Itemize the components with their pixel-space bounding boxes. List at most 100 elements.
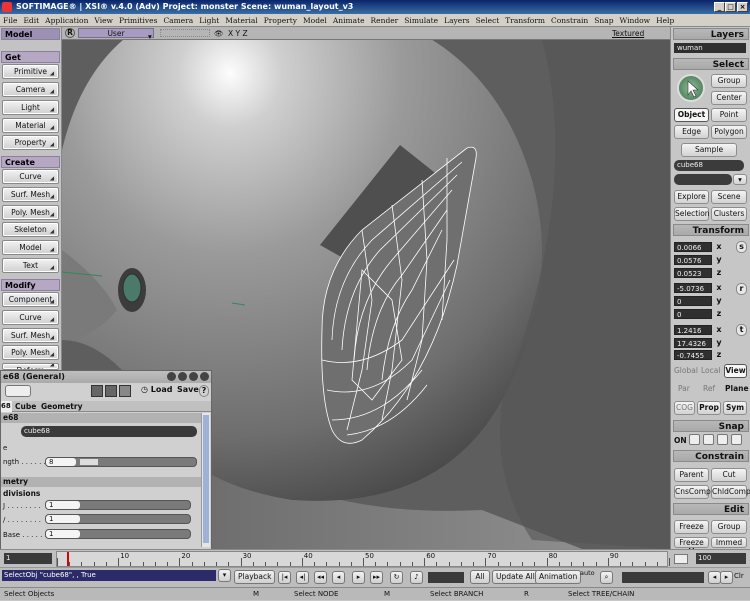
eye-icon[interactable]: 👁 xyxy=(214,27,224,40)
tab-geometry[interactable]: Geometry xyxy=(41,401,82,412)
axis-z-label[interactable]: z xyxy=(714,350,724,360)
refresh-icon[interactable] xyxy=(178,372,187,381)
section-geometry[interactable]: metry xyxy=(1,477,201,487)
create-curve-button[interactable]: Curve xyxy=(2,169,59,184)
global-toggle[interactable]: Global xyxy=(674,366,698,375)
axis-x-label[interactable]: x xyxy=(714,325,724,335)
menu-material[interactable]: Material xyxy=(222,14,260,27)
load-button[interactable]: ◷ Load xyxy=(141,385,173,394)
create-skeleton-button[interactable]: Skeleton xyxy=(2,222,59,237)
scale-x-field[interactable]: 0.0066 xyxy=(674,242,712,252)
play-icon[interactable]: ▸ xyxy=(352,571,365,584)
save-button[interactable]: Save xyxy=(177,385,199,394)
get-primitive-button[interactable]: Primitive xyxy=(2,64,59,79)
menu-layers[interactable]: Layers xyxy=(441,14,473,27)
menu-camera[interactable]: Camera xyxy=(160,14,196,27)
edge-button[interactable]: Edge xyxy=(674,125,709,139)
menu-simulate[interactable]: Simulate xyxy=(401,14,441,27)
rotate-z-field[interactable]: 0 xyxy=(674,309,712,319)
selection-name-field[interactable]: cube68 xyxy=(674,160,744,171)
playback-button[interactable]: Playback xyxy=(234,570,276,584)
lock-icon[interactable] xyxy=(167,372,176,381)
create-model-button[interactable]: Model xyxy=(2,240,59,255)
clusters-button[interactable]: Clusters xyxy=(711,207,747,221)
subdiv-v-value[interactable]: 1 xyxy=(46,515,80,523)
rotate-x-field[interactable]: -5.0736 xyxy=(674,283,712,293)
end-frame-field[interactable]: 100 xyxy=(696,553,746,564)
scrollbar-thumb[interactable] xyxy=(203,415,209,543)
subdiv-base-value[interactable]: 1 xyxy=(46,530,80,538)
command-line[interactable]: SelectObj "cube68", , True xyxy=(2,570,216,581)
snap-point-icon[interactable] xyxy=(689,434,700,445)
group-button[interactable]: Group xyxy=(711,74,747,88)
pin-icon[interactable] xyxy=(189,372,198,381)
next-key-icon[interactable]: ▸▸ xyxy=(370,571,383,584)
menu-edit[interactable]: Edit xyxy=(20,14,42,27)
scale-icon[interactable]: s xyxy=(736,241,747,253)
menu-constrain[interactable]: Constrain xyxy=(548,14,591,27)
current-frame-field[interactable] xyxy=(428,572,464,583)
axis-y-label[interactable]: y xyxy=(714,255,724,265)
view-axes[interactable]: X Y Z xyxy=(228,27,248,40)
scale-y-field[interactable]: 0.0576 xyxy=(674,255,712,265)
translate-icon[interactable]: t xyxy=(736,324,747,336)
help-icon[interactable]: ? xyxy=(199,385,209,397)
snap-curve-icon[interactable] xyxy=(703,434,714,445)
group-edit-button[interactable]: Group xyxy=(711,520,747,534)
polygon-button[interactable]: Polygon xyxy=(711,125,747,139)
modify-curve-button[interactable]: Curve xyxy=(2,310,59,325)
property-scrollbar[interactable] xyxy=(201,413,210,547)
freeze-button[interactable]: Freeze xyxy=(674,520,709,534)
menu-application[interactable]: Application xyxy=(42,14,91,27)
length-slider[interactable]: 8 xyxy=(45,457,197,467)
select-arrow-icon[interactable] xyxy=(677,74,705,102)
keyframe-icon[interactable] xyxy=(105,385,117,397)
preset-icon[interactable] xyxy=(91,385,103,397)
freeze-m-button[interactable]: Freeze M xyxy=(674,537,709,556)
translate-z-field[interactable]: -0.7455 xyxy=(674,350,712,360)
tab-cube[interactable]: Cube xyxy=(15,401,36,412)
audio-icon[interactable]: ♪ xyxy=(410,571,423,584)
menu-render[interactable]: Render xyxy=(368,14,402,27)
length-value[interactable]: 8 xyxy=(46,458,76,466)
menu-property[interactable]: Property xyxy=(261,14,300,27)
menu-animate[interactable]: Animate xyxy=(330,14,368,27)
menu-primitives[interactable]: Primitives xyxy=(116,14,160,27)
get-property-button[interactable]: Property xyxy=(2,135,59,150)
cog-toggle[interactable]: COG xyxy=(674,401,695,415)
prop-toggle[interactable]: Prop xyxy=(697,401,721,415)
center-button[interactable]: Center xyxy=(711,91,747,105)
mode-selector[interactable]: Model xyxy=(1,28,60,40)
menu-model[interactable]: Model xyxy=(300,14,330,27)
viewport-letter[interactable]: R xyxy=(65,28,75,38)
display-mode[interactable]: Textured xyxy=(612,27,644,40)
tab-object[interactable]: 68 xyxy=(1,401,12,412)
view-toggle[interactable]: View xyxy=(724,364,747,378)
subdiv-v-slider[interactable]: 1 xyxy=(45,514,191,524)
sample-button[interactable]: Sample xyxy=(681,143,737,157)
key-next-icon[interactable]: ▸ xyxy=(720,571,733,584)
selection-button[interactable]: Selection xyxy=(674,207,710,221)
menu-light[interactable]: Light xyxy=(196,14,222,27)
snap-grid-icon[interactable] xyxy=(731,434,742,445)
get-material-button[interactable]: Material xyxy=(2,118,59,133)
create-poly-mesh-button[interactable]: Poly. Mesh xyxy=(2,205,59,220)
close-button[interactable]: × xyxy=(737,2,748,12)
minimize-button[interactable]: _ xyxy=(714,2,725,12)
ref-toggle[interactable]: Ref xyxy=(703,384,715,393)
sym-toggle[interactable]: Sym xyxy=(723,401,747,415)
start-frame-field[interactable]: 1 xyxy=(4,553,52,564)
subdiv-u-value[interactable]: 1 xyxy=(46,501,80,509)
step-back-icon[interactable]: ◂ xyxy=(332,571,345,584)
slider-handle[interactable] xyxy=(80,459,98,465)
axis-x-label[interactable]: x xyxy=(714,242,724,252)
close-icon[interactable] xyxy=(200,372,209,381)
menu-file[interactable]: File xyxy=(0,14,20,27)
immed-button[interactable]: Immed xyxy=(711,537,747,548)
selection-secondary-field[interactable] xyxy=(674,174,732,185)
parent-button[interactable]: Parent xyxy=(674,468,709,482)
menu-help[interactable]: Help xyxy=(653,14,677,27)
first-frame-icon[interactable]: |◂ xyxy=(278,571,291,584)
menu-view[interactable]: View xyxy=(91,14,116,27)
point-button[interactable]: Point xyxy=(711,108,747,122)
